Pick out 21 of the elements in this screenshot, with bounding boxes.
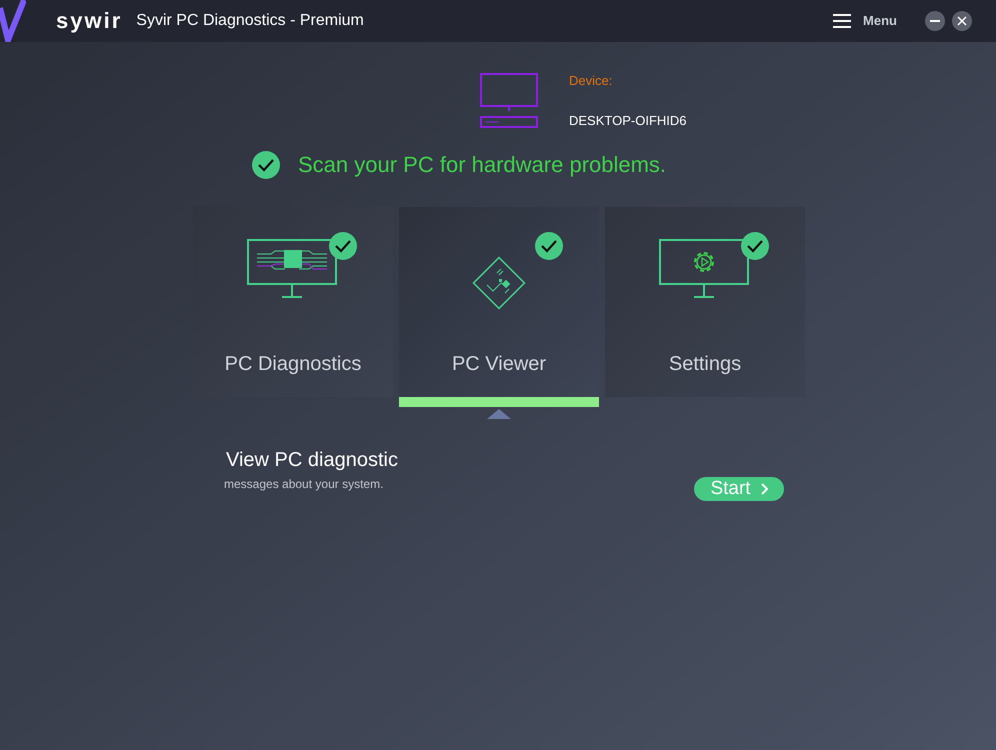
status-message: Scan your PC for hardware problems. bbox=[298, 151, 666, 179]
close-icon bbox=[957, 16, 967, 26]
feature-tile[interactable]: PC Viewer bbox=[399, 207, 599, 397]
menu-button[interactable]: Menu bbox=[833, 11, 897, 31]
pointer-triangle-icon bbox=[487, 409, 511, 419]
circuit-board-icon bbox=[471, 255, 527, 311]
detail-text: messages about your system. bbox=[224, 476, 384, 493]
minimize-button[interactable] bbox=[925, 11, 945, 31]
logo: sywir bbox=[56, 10, 122, 32]
window-title: Syvir PC Diagnostics - Premium bbox=[136, 11, 364, 31]
desktop-computer-icon bbox=[479, 72, 539, 128]
device-name: DESKTOP-OIFHID6 bbox=[569, 112, 687, 130]
minimize-icon bbox=[930, 20, 940, 22]
chevron-right-icon bbox=[760, 483, 768, 495]
close-button[interactable] bbox=[952, 11, 972, 31]
menu-icon bbox=[833, 14, 852, 28]
detail-title: View PC diagnostic bbox=[226, 448, 398, 473]
device-label: Device: bbox=[569, 72, 614, 90]
feature-tile[interactable]: Settings bbox=[605, 207, 805, 397]
feature-tile[interactable]: PC Diagnostics bbox=[193, 207, 393, 397]
v-logo-icon bbox=[0, 0, 26, 42]
